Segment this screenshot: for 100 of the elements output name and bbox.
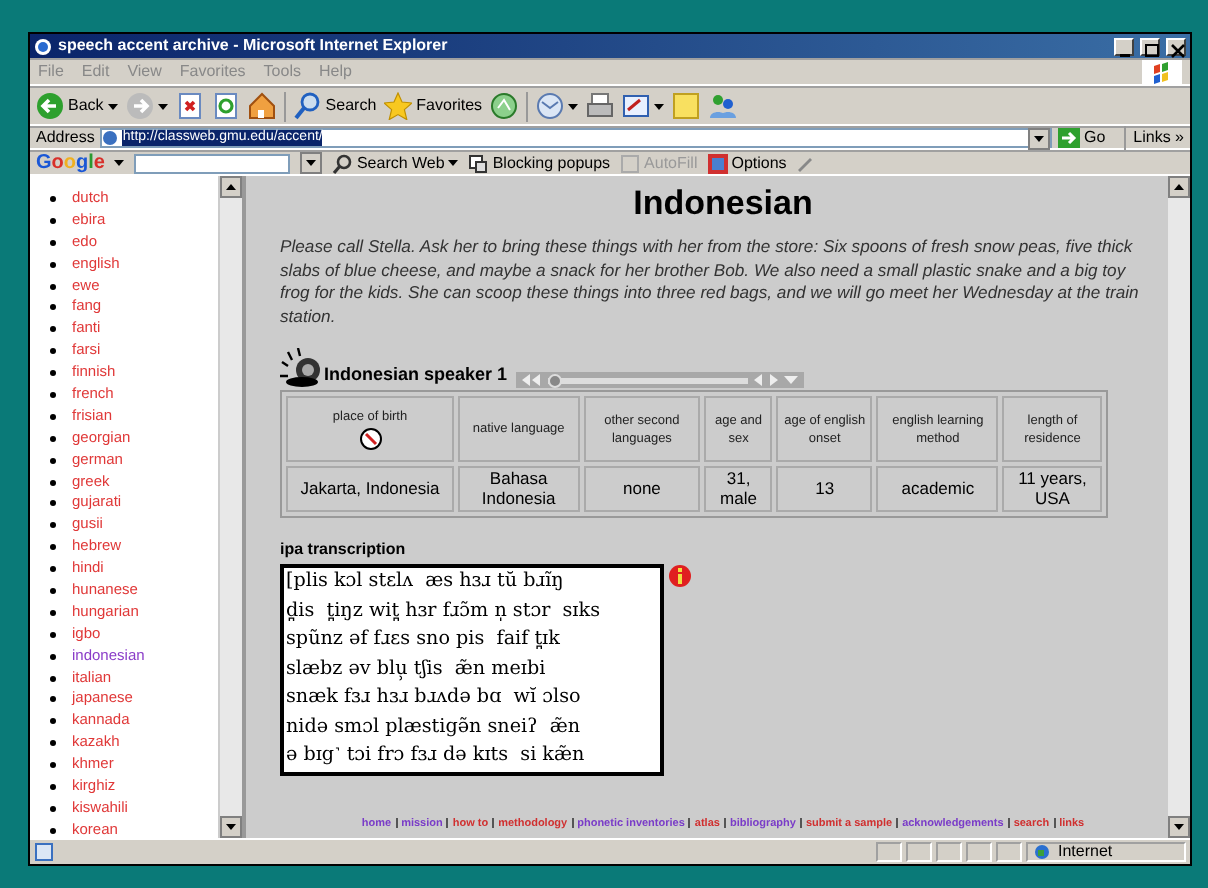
edit-icon bbox=[622, 92, 651, 120]
bullet-icon bbox=[50, 391, 56, 398]
options-button[interactable]: Options bbox=[707, 151, 787, 175]
zone-label: Internet bbox=[1058, 840, 1113, 864]
search-web-button[interactable]: Search Web bbox=[332, 151, 459, 175]
popup-icon bbox=[468, 153, 489, 173]
google-logo: Google bbox=[36, 150, 105, 178]
bullet-icon bbox=[50, 544, 56, 551]
table-cell: Jakarta, Indonesia bbox=[286, 466, 454, 512]
bullet-icon bbox=[50, 631, 56, 638]
page-icon bbox=[102, 130, 119, 146]
bullet-icon bbox=[50, 370, 56, 377]
bullet-icon bbox=[50, 479, 56, 486]
bullet-icon bbox=[50, 762, 56, 769]
passage-text: Please call Stella. Ask her to bring these things with her from the store: Six spoons of fresh snow peas, five thick slabs of blue cheese, and maybe a snack for her brother Bob. We also need a small plastic snake and a big toy frog for the kids. She can scoop these things into three red bags, and we will go meet her Wednesday at the train station. bbox=[280, 236, 1141, 328]
speaker-label: Indonesian speaker 1 bbox=[324, 361, 508, 388]
caret-icon[interactable] bbox=[568, 103, 579, 109]
bullet-icon bbox=[50, 653, 56, 660]
bullet-icon bbox=[50, 239, 56, 246]
table-cell: 31, male bbox=[704, 466, 773, 512]
bullet-icon bbox=[50, 805, 56, 812]
caret-icon[interactable] bbox=[654, 103, 665, 109]
blocking-popups-button[interactable]: Blocking popups bbox=[468, 151, 611, 175]
page-title: Indonesian bbox=[631, 184, 815, 224]
info-icon[interactable] bbox=[668, 564, 692, 588]
back-icon bbox=[36, 92, 64, 120]
table-cell: Bahasa Indonesia bbox=[458, 466, 580, 512]
dropdown-button[interactable] bbox=[1027, 127, 1050, 149]
caret-icon[interactable] bbox=[448, 160, 459, 166]
caret-icon[interactable] bbox=[107, 103, 118, 109]
mail-icon bbox=[536, 92, 565, 120]
bullet-icon bbox=[50, 413, 56, 420]
caret-icon[interactable] bbox=[157, 103, 168, 109]
edit-button[interactable] bbox=[622, 92, 665, 120]
mail-button[interactable] bbox=[536, 92, 579, 120]
table-cell: academic bbox=[876, 466, 999, 512]
media-button[interactable] bbox=[490, 92, 519, 120]
printer-button[interactable] bbox=[586, 92, 615, 120]
status-pane bbox=[996, 842, 1022, 862]
menu-item[interactable]: Favorites bbox=[179, 60, 246, 84]
table-cell: 11 years, USA bbox=[1002, 466, 1102, 512]
favorites-button[interactable]: Favorites bbox=[384, 92, 483, 120]
bullet-icon bbox=[50, 609, 56, 616]
search-button[interactable]: Search bbox=[293, 92, 377, 120]
search-icon bbox=[293, 92, 322, 120]
media-icon bbox=[490, 92, 519, 120]
bullet-icon bbox=[50, 326, 56, 333]
menu-item[interactable]: View bbox=[127, 60, 162, 84]
minimize-button[interactable] bbox=[1114, 37, 1134, 55]
options-icon bbox=[707, 153, 728, 173]
back-button[interactable]: Back bbox=[36, 92, 118, 120]
forward-button[interactable] bbox=[125, 92, 168, 120]
bullet-icon bbox=[50, 587, 56, 594]
go-button[interactable]: Go bbox=[1057, 126, 1106, 150]
printer-icon bbox=[586, 92, 615, 120]
bullet-icon bbox=[50, 195, 56, 202]
scroll-up-button[interactable] bbox=[1168, 176, 1190, 198]
bullet-icon bbox=[50, 304, 56, 311]
links-button[interactable]: Links » bbox=[1123, 126, 1190, 150]
scroll-down-button[interactable] bbox=[220, 816, 242, 838]
home-icon bbox=[247, 92, 276, 120]
ipa-transcription-text: [plis kɔl stɛlʌ æs hɜɹ tŭ bɹĩŋ d̪is t̪iŋz wit̪ hɜr fɹɔ̃m n̩ stɔr sɪks spũnz əf fɹɛs sno pis faif t̪ɪk slæbz əv blu̹ tʃis æ̃n meɪbi snæk fɜɹ hɜɹ bɹʌdə bɑ wĭ ɔlso nidə smɔl plæstigə̃n sneiʔ æ̃n ə bɪg˺ tɔi frɔ fɜɹ də kɪts si kæ̃n bbox=[280, 564, 664, 775]
bullet-icon bbox=[50, 740, 56, 747]
messenger-button[interactable] bbox=[708, 92, 737, 120]
menu-item[interactable]: Edit bbox=[81, 60, 110, 84]
speaker-icon bbox=[280, 348, 322, 388]
close-button[interactable] bbox=[1166, 37, 1186, 55]
bullet-icon bbox=[50, 675, 56, 682]
bullet-icon bbox=[50, 827, 56, 834]
scroll-down-button[interactable] bbox=[1168, 816, 1190, 838]
bullet-icon bbox=[50, 435, 56, 442]
dropdown-button[interactable] bbox=[300, 152, 323, 174]
bullet-icon bbox=[50, 718, 56, 725]
maximize-button[interactable] bbox=[1140, 37, 1160, 55]
forward-icon bbox=[125, 92, 154, 120]
address-label: Address bbox=[36, 126, 95, 150]
search-field[interactable] bbox=[134, 153, 291, 173]
bullet-icon bbox=[50, 783, 56, 790]
window-title: speech accent archive - Microsoft Internet Explorer bbox=[58, 34, 450, 58]
windows-logo-icon bbox=[1142, 59, 1182, 85]
bullet-icon bbox=[50, 348, 56, 355]
menu-item[interactable]: File bbox=[38, 60, 64, 84]
table-cell: none bbox=[583, 466, 701, 512]
refresh-button[interactable] bbox=[211, 92, 240, 120]
search-icon bbox=[332, 153, 353, 173]
bullet-icon bbox=[50, 566, 56, 573]
note-icon bbox=[672, 92, 701, 120]
menu-item[interactable]: Tools bbox=[263, 60, 301, 84]
table-cell: 13 bbox=[776, 466, 873, 512]
scroll-up-button[interactable] bbox=[220, 176, 242, 198]
caret-icon[interactable] bbox=[114, 160, 125, 166]
slider-thumb[interactable] bbox=[547, 373, 562, 387]
home-button[interactable] bbox=[247, 92, 276, 120]
status-pane bbox=[936, 842, 962, 862]
stop-button[interactable] bbox=[175, 92, 204, 120]
refresh-icon bbox=[211, 92, 240, 120]
menu-item[interactable]: Help bbox=[318, 60, 352, 84]
bullet-icon bbox=[50, 261, 56, 268]
status-pane bbox=[906, 842, 932, 862]
bullet-icon bbox=[50, 217, 56, 224]
